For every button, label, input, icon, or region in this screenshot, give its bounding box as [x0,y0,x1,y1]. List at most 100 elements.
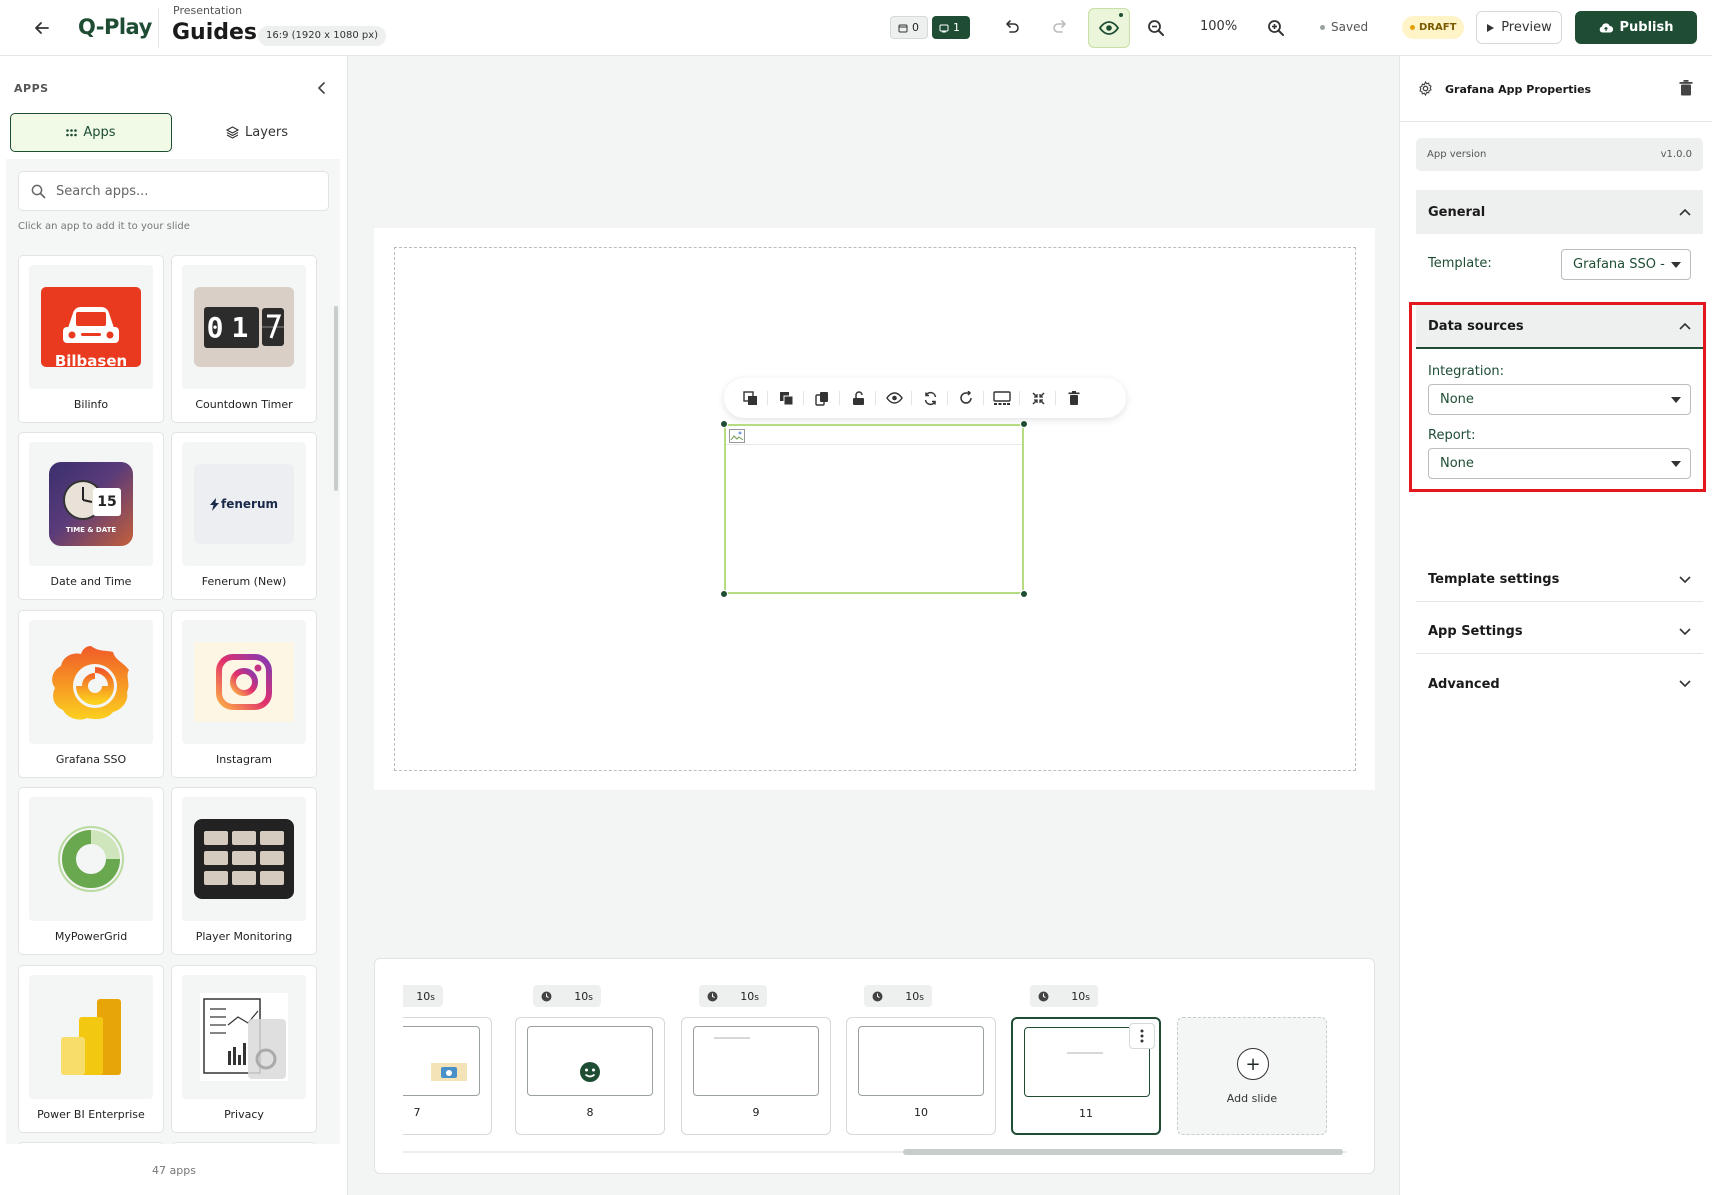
visibility-icon[interactable] [876,383,912,413]
slide-preview [858,1026,984,1096]
screens-chip[interactable]: 1 [932,16,970,39]
slide-thumbnail-8[interactable]: 8 [515,1017,665,1135]
unlock-icon[interactable] [840,383,876,413]
schedule-count: 0 [912,21,919,34]
shrink-icon[interactable] [1020,383,1056,413]
sidebar-scrollbar[interactable] [334,306,338,491]
grid-dots-icon [66,128,78,136]
flip-digit-icon [262,308,285,346]
app-card-partial[interactable] [18,1142,164,1144]
app-card-date-and-time[interactable]: 15 TIME & DATE Date and Time [18,432,164,600]
add-slide-button[interactable]: + Add slide [1177,1017,1327,1135]
slide-menu-icon[interactable] [1129,1023,1155,1049]
app-card-grafana-sso[interactable]: Grafana SSO [18,610,164,778]
duration-unit: s [430,992,435,1003]
app-card-fenerum[interactable]: fenerum Fenerum (New) [171,432,317,600]
filmstrip-scrollbar[interactable] [903,1149,1343,1155]
section-template-settings[interactable]: Template settings [1416,558,1703,602]
app-card-bilinfo[interactable]: Bilbasen Bilinfo [18,255,164,423]
slide-number: 9 [752,1106,760,1119]
section-advanced[interactable]: Advanced [1416,662,1703,706]
resize-handle-bottom-left[interactable] [720,590,728,598]
clock-icon [872,991,883,1001]
weather-app-icon [431,1063,467,1081]
refresh-icon[interactable] [912,383,948,413]
app-card-instagram[interactable]: Instagram [171,610,317,778]
duration-value: 10 [1071,989,1086,1003]
header-divider [158,8,159,48]
countdown-timer-logo: 01 [182,265,306,389]
zoom-in-icon[interactable] [1260,12,1292,44]
slide-duration[interactable]: 10s [864,985,932,1007]
bring-forward-icon[interactable] [732,383,768,413]
app-name: MyPowerGrid [54,930,128,943]
play-icon [1487,23,1495,32]
calendar-icon [898,24,908,32]
slide-duration[interactable]: 10s [1030,985,1098,1007]
app-card-player-monitoring[interactable]: Player Monitoring [171,787,317,955]
app-name: Date and Time [50,575,132,588]
send-backward-icon[interactable] [768,383,804,413]
preview-button[interactable]: Preview [1476,11,1562,44]
gear-icon [1419,81,1432,96]
app-card-privacy[interactable]: Privacy [171,965,317,1133]
rotate-icon[interactable] [948,383,984,413]
saved-status: Saved [1320,20,1368,34]
slide-thumbnail-7[interactable]: 7 [403,1017,492,1135]
mypowergrid-logo [29,797,153,921]
app-card-partial[interactable] [171,1142,317,1144]
caret-down-icon [1671,262,1681,268]
resize-handle-bottom-right[interactable] [1020,590,1028,598]
redo-icon[interactable] [1044,12,1076,44]
app-card-power-bi-enterprise[interactable]: Power BI Enterprise [18,965,164,1133]
slide-duration[interactable]: 10s [533,985,601,1007]
duration-value: 10 [416,989,431,1003]
app-card-mypowergrid[interactable]: MyPowerGrid [18,787,164,955]
preview-mode-toggle[interactable] [1088,8,1130,48]
fenerum-logo: fenerum [182,442,306,566]
power-bi-logo [29,975,153,1099]
zoom-level: 100% [1200,19,1238,34]
screen-icon [939,24,949,32]
section-title: Advanced [1428,676,1500,692]
slide-preview [693,1026,819,1096]
properties-header: Grafana App Properties [1400,56,1712,122]
trash-icon[interactable] [1679,80,1693,96]
instagram-logo [182,620,306,744]
app-name: Grafana SSO [55,753,127,766]
chevron-down-icon [1679,680,1691,688]
delete-element-icon[interactable] [1056,383,1092,413]
clock-icon [1038,991,1049,1001]
resize-handle-top-right[interactable] [1020,420,1028,428]
collapse-sidebar-icon[interactable] [312,78,332,98]
page-title[interactable]: Guides [172,20,257,45]
slide-thumbnail-11[interactable]: 11 [1011,1017,1161,1135]
zoom-out-icon[interactable] [1140,12,1172,44]
schedule-chip[interactable]: 0 [890,16,928,39]
tab-layers[interactable]: Layers [176,113,338,152]
clock-icon [541,991,552,1001]
search-box[interactable] [18,171,329,211]
section-general[interactable]: General [1416,190,1703,234]
slide-duration[interactable]: 10s [699,985,767,1007]
app-card-countdown-timer[interactable]: 01 Countdown Timer [171,255,317,423]
section-app-settings[interactable]: App Settings [1416,610,1703,654]
search-input[interactable] [56,183,306,199]
fit-to-slide-icon[interactable] [984,383,1020,413]
slide-thumbnail-10[interactable]: 10 [846,1017,996,1135]
slide-number: 7 [413,1106,421,1119]
duplicate-icon[interactable] [804,383,840,413]
back-arrow-icon[interactable] [28,14,56,42]
resize-handle-top-left[interactable] [720,420,728,428]
app-version-value: v1.0.0 [1660,149,1692,160]
duration-value: 10 [905,989,920,1003]
undo-icon[interactable] [996,12,1028,44]
bolt-icon [209,497,219,511]
selected-app-element[interactable] [724,424,1024,594]
template-select[interactable]: Grafana SSO - [1561,249,1691,280]
tab-apps[interactable]: Apps [10,113,172,152]
slide-list: 10s 7 10s 8 10s 9 10s 10 10s 11 + Add sl… [403,959,1363,1173]
slide-duration[interactable]: 10s [403,985,443,1007]
slide-thumbnail-9[interactable]: 9 [681,1017,831,1135]
publish-button[interactable]: Publish [1575,11,1697,44]
